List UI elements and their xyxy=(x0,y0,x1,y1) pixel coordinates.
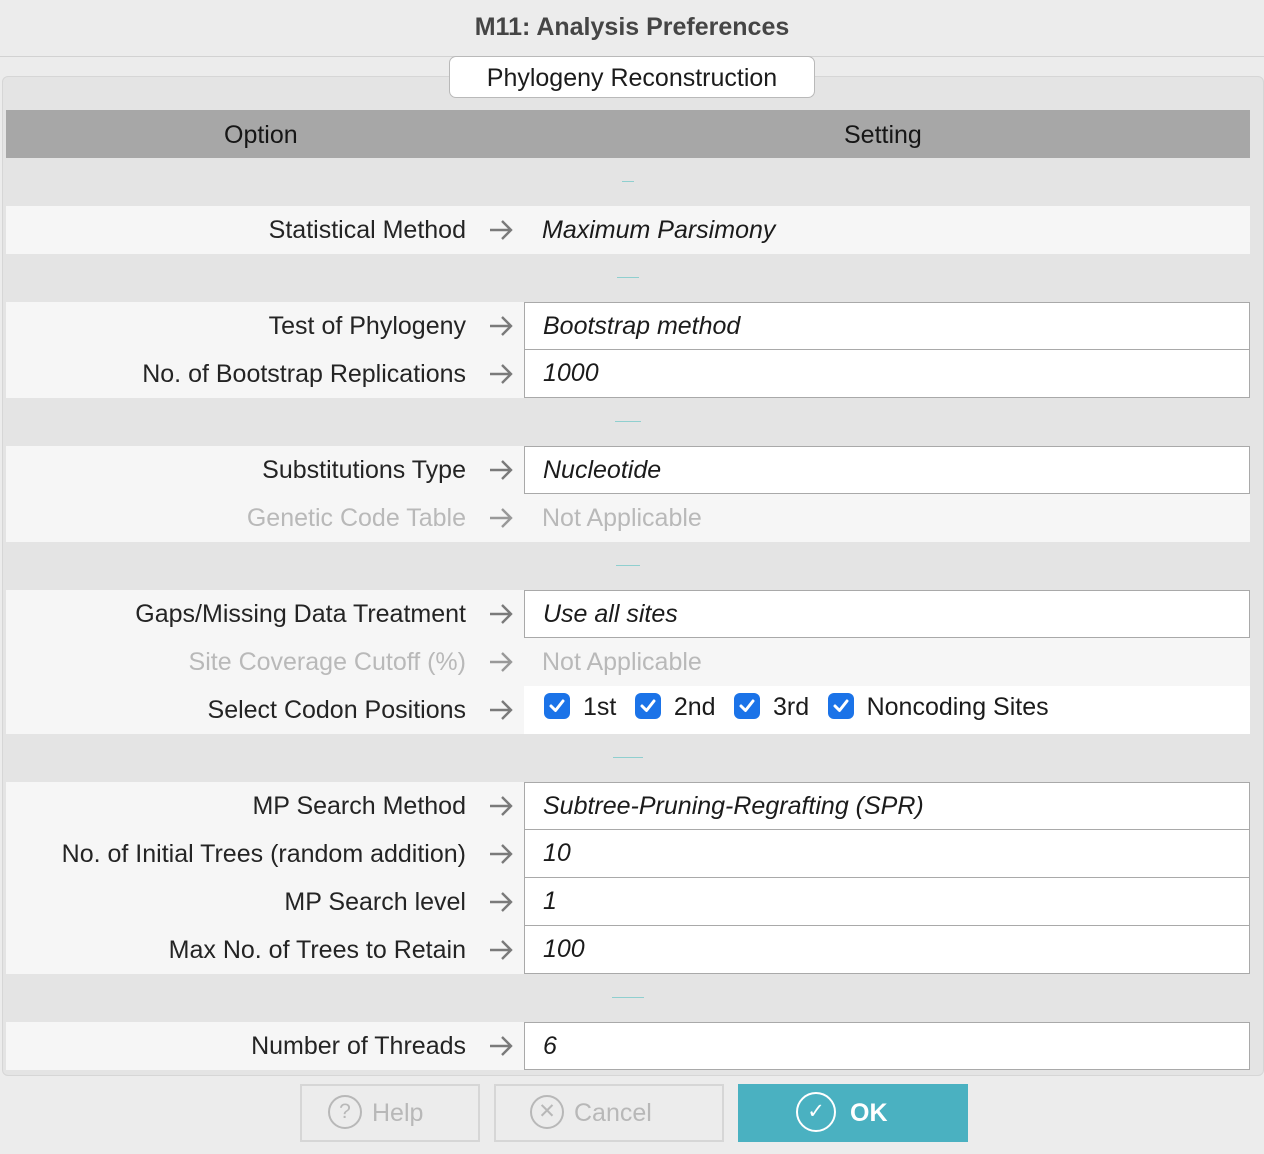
option-label: MP Search level xyxy=(284,888,466,916)
mp-search-method-select[interactable]: Subtree-Pruning-Regrafting (SPR) xyxy=(524,782,1250,830)
checkmark-icon xyxy=(634,693,661,719)
option-label: Gaps/Missing Data Treatment xyxy=(135,600,466,628)
row-initial-trees: No. of Initial Trees (random addition) 1… xyxy=(6,830,1250,878)
arrow-right-icon xyxy=(490,316,513,336)
close-icon: ✕ xyxy=(530,1095,564,1130)
arrow-right-icon xyxy=(490,604,513,624)
arrow-right-icon xyxy=(490,1036,513,1056)
arrow-right-icon xyxy=(490,700,513,720)
section-divider xyxy=(6,734,1250,782)
number-of-threads-input[interactable]: 6 xyxy=(524,1022,1250,1070)
option-label: MP Search Method xyxy=(252,792,466,820)
arrow-right-icon xyxy=(490,220,513,240)
header-option: Option xyxy=(224,121,298,149)
option-label: Substitutions Type xyxy=(262,456,466,484)
checkbox-label: 2nd xyxy=(673,693,716,721)
analysis-preferences-window: M11: Analysis Preferences Phylogeny Reco… xyxy=(0,0,1264,1154)
row-bootstrap-replications: No. of Bootstrap Replications 1000 xyxy=(6,350,1250,398)
checkbox-2nd[interactable]: 2nd xyxy=(634,693,716,721)
arrow-right-icon xyxy=(490,892,513,912)
header-setting: Setting xyxy=(844,121,922,149)
arrow-right-icon xyxy=(490,796,513,816)
row-genetic-code-table: Genetic Code Table Not Applicable xyxy=(6,494,1250,542)
checkbox-1st[interactable]: 1st xyxy=(544,693,616,721)
option-label: Genetic Code Table xyxy=(246,504,466,532)
section-divider xyxy=(6,398,1250,446)
checkmark-icon xyxy=(827,693,854,719)
checkmark-icon xyxy=(733,693,760,719)
ok-button[interactable]: ✓ OK xyxy=(738,1084,968,1142)
max-trees-input[interactable]: 100 xyxy=(524,926,1250,974)
help-icon: ? xyxy=(328,1095,362,1130)
setting-value: Not Applicable xyxy=(542,504,702,532)
setting-value: Not Applicable xyxy=(542,648,702,676)
arrow-right-icon xyxy=(490,508,513,528)
substitutions-type-select[interactable]: Nucleotide xyxy=(524,446,1250,494)
checkbox-3rd[interactable]: 3rd xyxy=(733,693,810,721)
row-number-of-threads: Number of Threads 6 xyxy=(6,1022,1250,1070)
option-label: Test of Phylogeny xyxy=(268,312,466,340)
option-label: No. of Initial Trees (random addition) xyxy=(61,840,466,868)
row-gaps-missing-data: Gaps/Missing Data Treatment Use all site… xyxy=(6,590,1250,638)
row-max-trees-to-retain: Max No. of Trees to Retain 100 xyxy=(6,926,1250,974)
ok-button-label: OK xyxy=(850,1099,888,1127)
tab-phylogeny-reconstruction[interactable]: Phylogeny Reconstruction xyxy=(449,56,815,98)
option-label: Statistical Method xyxy=(268,216,466,244)
option-label: No. of Bootstrap Replications xyxy=(142,360,466,388)
arrow-right-icon xyxy=(490,652,513,672)
checkbox-noncoding-sites[interactable]: Noncoding Sites xyxy=(827,693,1049,721)
row-test-of-phylogeny: Test of Phylogeny Bootstrap method xyxy=(6,302,1250,350)
checkmark-circle-icon: ✓ xyxy=(796,1092,836,1133)
codon-positions-group: 1st 2nd 3rd Noncoding Sites xyxy=(524,686,1250,734)
window-title: M11: Analysis Preferences xyxy=(0,0,1264,57)
arrow-right-icon xyxy=(490,844,513,864)
cancel-button-label: Cancel xyxy=(574,1099,652,1127)
section-divider xyxy=(6,542,1250,590)
bootstrap-replications-input[interactable]: 1000 xyxy=(524,350,1250,398)
cancel-button[interactable]: ✕ Cancel xyxy=(494,1084,724,1142)
arrow-right-icon xyxy=(490,460,513,480)
row-mp-search-method: MP Search Method Subtree-Pruning-Regraft… xyxy=(6,782,1250,830)
option-label: Number of Threads xyxy=(251,1032,466,1060)
setting-value: Maximum Parsimony xyxy=(542,216,776,244)
row-statistical-method: Statistical Method Maximum Parsimony xyxy=(6,206,1250,254)
checkmark-icon xyxy=(544,693,570,719)
help-button[interactable]: ? Help xyxy=(300,1084,480,1142)
option-label: Max No. of Trees to Retain xyxy=(168,936,466,964)
section-divider xyxy=(6,974,1250,1022)
help-button-label: Help xyxy=(372,1099,424,1127)
option-label: Select Codon Positions xyxy=(207,696,466,724)
checkbox-label: 1st xyxy=(583,693,617,721)
section-divider xyxy=(6,158,1250,206)
gaps-missing-data-select[interactable]: Use all sites xyxy=(524,590,1250,638)
mp-search-level-input[interactable]: 1 xyxy=(524,878,1250,926)
initial-trees-input[interactable]: 10 xyxy=(524,830,1250,878)
row-select-codon-positions: Select Codon Positions 1st 2nd 3rd Nonco… xyxy=(6,686,1250,734)
table-header: Option Setting xyxy=(6,110,1250,158)
row-mp-search-level: MP Search level 1 xyxy=(6,878,1250,926)
arrow-right-icon xyxy=(490,364,513,384)
checkbox-label: 3rd xyxy=(772,693,810,721)
option-label: Site Coverage Cutoff (%) xyxy=(188,648,466,676)
row-site-coverage-cutoff: Site Coverage Cutoff (%) Not Applicable xyxy=(6,638,1250,686)
arrow-right-icon xyxy=(490,940,513,960)
row-substitutions-type: Substitutions Type Nucleotide xyxy=(6,446,1250,494)
checkbox-label: Noncoding Sites xyxy=(866,693,1049,721)
section-divider xyxy=(6,254,1250,302)
test-of-phylogeny-select[interactable]: Bootstrap method xyxy=(524,302,1250,350)
